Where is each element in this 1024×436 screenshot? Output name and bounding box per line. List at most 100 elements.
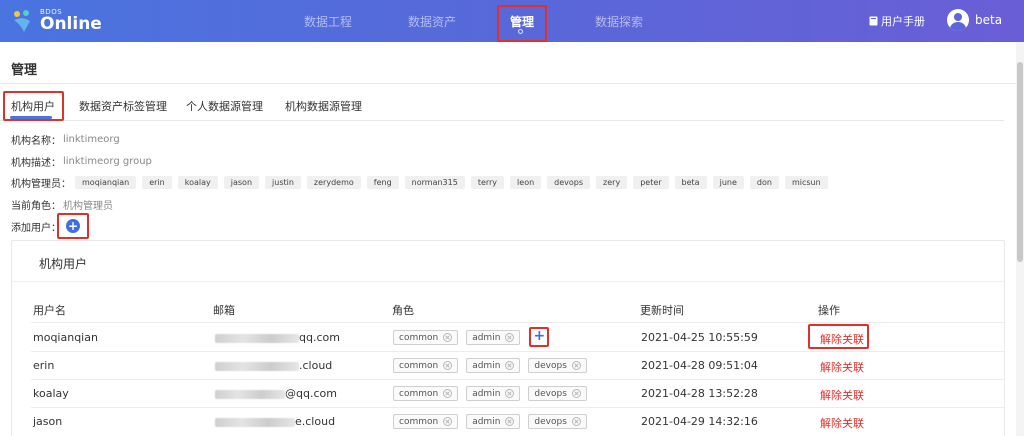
remove-role-icon[interactable] (505, 389, 515, 398)
row-divider (31, 351, 1005, 352)
role-tag-label: common (399, 388, 439, 399)
row-divider (31, 379, 1005, 380)
role-tag[interactable]: common (393, 414, 459, 429)
redacted-email (215, 389, 285, 399)
admin-chip: feng (366, 176, 399, 189)
col-header-username: 用户名 (33, 304, 66, 317)
user-manual-link[interactable]: 用户手册 (869, 13, 925, 29)
remove-role-icon[interactable] (443, 361, 453, 370)
admin-chip: beta (674, 176, 707, 189)
highlight-box-tab (3, 91, 64, 121)
avatar (947, 9, 969, 31)
table-row-updated: 2021-04-29 14:32:16 (641, 415, 758, 428)
table-row-updated: 2021-04-28 13:52:28 (641, 387, 758, 400)
table-row-email: @qq.com (215, 387, 337, 400)
admin-chip: leon (510, 176, 542, 189)
remove-role-icon[interactable] (505, 361, 515, 370)
nav-data-assets[interactable]: 数据资产 (408, 13, 456, 30)
role-tag-label: admin (472, 416, 501, 427)
org-name-label: 机构名称： (11, 136, 61, 147)
remove-role-icon[interactable] (571, 417, 581, 426)
role-tag[interactable]: common (393, 330, 459, 345)
admin-chip-list: moqianqian erin koalay jason justin zerydemo f… (75, 176, 828, 189)
redacted-email (215, 417, 295, 427)
highlight-box-unlink (808, 324, 869, 349)
org-name-value: linktimeorg (63, 134, 120, 145)
highlight-box-nav (497, 5, 547, 42)
remove-role-icon[interactable] (505, 417, 515, 426)
role-list: common admin devops (393, 414, 587, 429)
role-tag[interactable]: devops (528, 358, 587, 373)
unlink-button[interactable]: 解除关联 (820, 415, 864, 431)
role-list: common admin + (393, 327, 550, 347)
role-tag[interactable]: common (393, 386, 459, 401)
logo-icon (14, 10, 30, 32)
remove-role-icon[interactable] (443, 389, 453, 398)
card-title: 机构用户 (39, 257, 88, 271)
col-header-role: 角色 (392, 304, 414, 317)
row-divider (31, 407, 1005, 408)
role-tag[interactable]: admin (466, 358, 521, 373)
app-logo[interactable]: BDOS Online (10, 6, 102, 36)
top-nav-bar: BDOS Online 数据工程 数据资产 管理 数据探索 用户手册 beta (0, 0, 1024, 42)
tab-asset-tags[interactable]: 数据资产标签管理 (79, 98, 167, 114)
tab-personal-datasource[interactable]: 个人数据源管理 (186, 98, 263, 114)
role-tag-label: devops (534, 416, 567, 427)
remove-role-icon[interactable] (571, 389, 581, 398)
book-icon (869, 16, 878, 26)
tab-org-datasource[interactable]: 机构数据源管理 (285, 98, 362, 114)
remove-role-icon[interactable] (443, 333, 453, 342)
role-tag[interactable]: common (393, 358, 459, 373)
admin-chip: norman315 (404, 176, 465, 189)
admin-chip: terry (470, 176, 505, 189)
role-tag-label: common (399, 416, 439, 427)
admin-chip: justin (265, 176, 301, 189)
admin-chip: zerydemo (306, 176, 361, 189)
admin-chip: devops (547, 176, 591, 189)
org-admins-label: 机构管理员： (11, 179, 71, 190)
col-header-updated: 更新时间 (640, 304, 684, 317)
admin-chip: micsun (784, 176, 828, 189)
scrollbar-thumb[interactable] (1017, 62, 1023, 262)
row-divider (31, 322, 1005, 323)
table-row-username: jason (33, 415, 63, 428)
remove-role-icon[interactable] (443, 417, 453, 426)
org-desc-row: 机构描述： linktimeorg group (11, 154, 152, 169)
role-tag-label: devops (534, 360, 567, 371)
current-role-label: 当前角色： (11, 201, 61, 212)
nav-data-engineering[interactable]: 数据工程 (304, 13, 352, 30)
role-tag-label: common (399, 332, 439, 343)
table-row-updated: 2021-04-28 09:51:04 (641, 359, 758, 372)
role-tag[interactable]: admin (466, 330, 521, 345)
role-list: common admin devops (393, 358, 587, 373)
org-desc-label: 机构描述： (11, 158, 61, 169)
add-role-button[interactable]: + (529, 327, 550, 347)
table-row-username: koalay (33, 387, 69, 400)
username-label: beta (975, 13, 1003, 27)
user-menu[interactable]: beta (947, 9, 1002, 31)
nav-data-explore[interactable]: 数据探索 (595, 13, 643, 30)
col-header-email: 邮箱 (213, 304, 235, 317)
unlink-button[interactable]: 解除关联 (820, 359, 864, 375)
role-tag[interactable]: devops (528, 414, 587, 429)
role-tag-label: devops (534, 388, 567, 399)
remove-role-icon[interactable] (571, 361, 581, 370)
table-row-email: qq.com (215, 331, 340, 344)
redacted-email (215, 361, 299, 371)
table-row-email: e.cloud (215, 415, 335, 428)
admin-chip: jason (223, 176, 260, 189)
email-domain: qq.com (299, 331, 340, 344)
role-tag[interactable]: admin (466, 386, 521, 401)
current-role-value: 机构管理员 (63, 201, 113, 212)
table-row-username: moqianqian (33, 331, 98, 344)
scrollbar[interactable] (1016, 42, 1024, 436)
admin-chip: don (749, 176, 779, 189)
role-tag-label: admin (472, 360, 501, 371)
add-user-label: 添加用户： (11, 223, 61, 234)
role-tag[interactable]: devops (528, 386, 587, 401)
admin-chip: moqianqian (75, 176, 137, 189)
remove-role-icon[interactable] (505, 333, 515, 342)
role-tag-label: admin (472, 332, 501, 343)
role-tag[interactable]: admin (466, 414, 521, 429)
unlink-button[interactable]: 解除关联 (820, 387, 864, 403)
